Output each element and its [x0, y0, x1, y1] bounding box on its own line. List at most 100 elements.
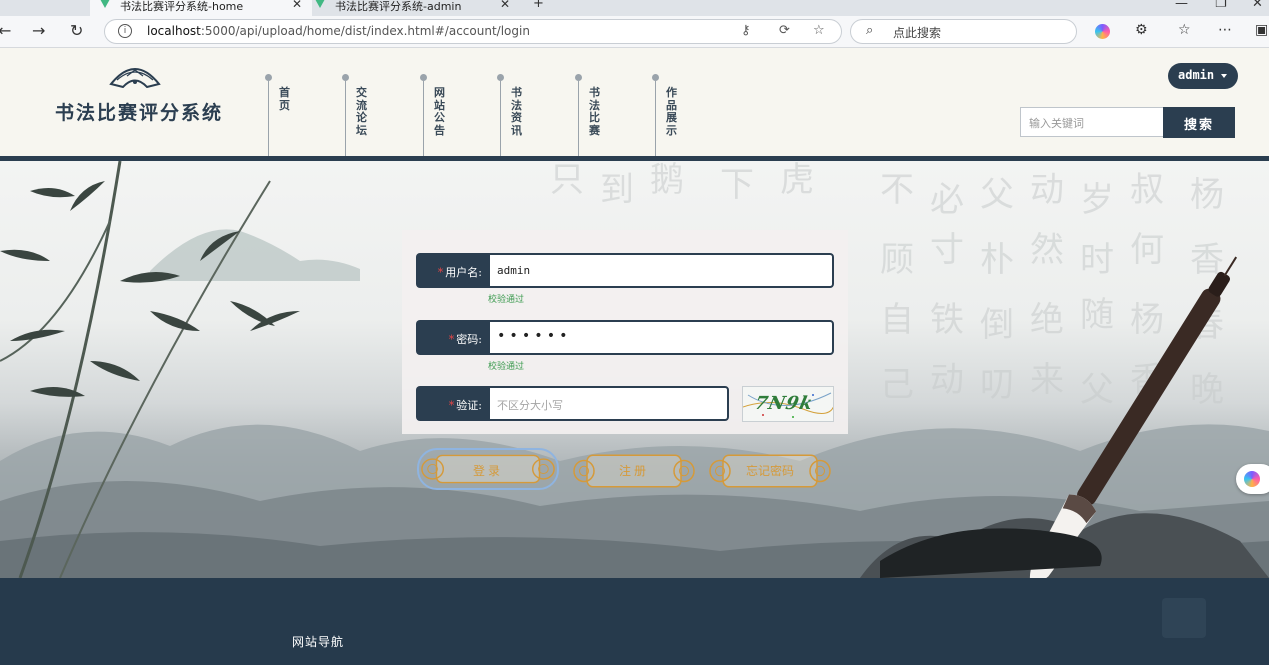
nav-label: 作品展示	[666, 86, 677, 137]
search-icon: ⌕	[866, 23, 874, 38]
site-title: 书法比赛评分系统	[55, 102, 224, 124]
svg-text:来: 来	[1030, 360, 1064, 400]
nav-competition[interactable]: 书法比赛	[575, 74, 605, 158]
svg-text:绝: 绝	[1030, 300, 1064, 340]
browser-tab-admin[interactable]: 书法比赛评分系统-admin ✕	[305, 0, 520, 16]
captcha-code: 7N9k	[752, 393, 816, 414]
copilot-icon	[1244, 471, 1260, 487]
svg-text:倒: 倒	[980, 305, 1014, 345]
footer-emblem-icon	[1162, 598, 1206, 638]
browser-tab-home[interactable]: 书法比赛评分系统-home ✕	[90, 0, 312, 16]
vue-favicon-icon	[100, 0, 110, 8]
forward-arrow-icon[interactable]: →	[32, 21, 45, 40]
register-button[interactable]: 注册	[571, 450, 697, 492]
svg-text:顾: 顾	[880, 240, 914, 280]
nav-pin	[497, 74, 504, 81]
nav-notice[interactable]: 网站公告	[420, 74, 450, 158]
app-available-icon[interactable]: ⟳	[779, 23, 790, 38]
extensions-icon[interactable]: ⚙	[1135, 22, 1148, 38]
nav-stem	[268, 81, 269, 158]
copilot-icon[interactable]	[1095, 24, 1110, 39]
svg-text:虎: 虎	[780, 161, 814, 200]
forgot-password-button[interactable]: 忘记密码	[707, 450, 833, 492]
svg-text:铁: 铁	[930, 300, 964, 340]
favorite-star-icon[interactable]: ☆	[813, 23, 825, 38]
new-tab-button[interactable]: +	[533, 0, 544, 11]
nav-label: 交流论坛	[356, 86, 367, 137]
required-mark: *	[437, 266, 444, 279]
svg-text:不: 不	[880, 170, 914, 210]
svg-text:父: 父	[980, 175, 1014, 215]
login-label: 登录	[472, 464, 503, 478]
svg-text:晚: 晚	[1190, 370, 1224, 410]
floating-copilot-button[interactable]	[1236, 464, 1269, 494]
nav-news[interactable]: 书法资讯	[497, 74, 527, 158]
captcha-input[interactable]: 不区分大小写	[488, 386, 729, 421]
svg-text:寸: 寸	[930, 230, 964, 270]
nav-stem	[423, 81, 424, 158]
minimize-button[interactable]: —	[1175, 0, 1188, 11]
url-path: :5000/api/upload/home/dist/index.html#/a…	[200, 24, 530, 38]
nav-stem	[345, 81, 346, 158]
username-hint: 校验通过	[488, 295, 525, 305]
username-label: * 用户名:	[416, 253, 488, 288]
svg-text:只: 只	[550, 161, 584, 200]
fan-logo-icon	[109, 68, 161, 88]
address-bar[interactable]: i localhost:5000/api/upload/home/dist/in…	[104, 19, 842, 44]
site-header: 书法比赛评分系统 首页 交流论坛 网站公告 书法资讯 书法比赛 作品展示 adm…	[0, 48, 1269, 158]
svg-text:时: 时	[1080, 240, 1114, 280]
site-info-icon[interactable]: i	[118, 24, 132, 38]
svg-text:叔: 叔	[1130, 170, 1164, 210]
login-form: * 用户名: admin 校验通过 * 密码: •••••• 校验通过 * 验证: 不…	[402, 230, 848, 434]
nav-forum[interactable]: 交流论坛	[342, 74, 372, 158]
password-label: * 密码:	[416, 320, 488, 355]
login-button[interactable]: 登录	[417, 448, 559, 490]
reload-icon[interactable]: ↻	[70, 21, 83, 40]
favorites-icon[interactable]: ☆	[1178, 22, 1191, 38]
svg-text:杨: 杨	[1190, 175, 1224, 215]
browser-toolbar: ← → ↻ i localhost:5000/api/upload/home/d…	[0, 16, 1269, 48]
close-window-button[interactable]: ✕	[1252, 0, 1263, 11]
sidebar-icon[interactable]: ▣	[1255, 22, 1268, 38]
back-arrow-icon[interactable]: ←	[0, 21, 11, 40]
tab-title: 书法比赛评分系统-home	[120, 0, 244, 13]
register-label: 注册	[618, 464, 649, 478]
svg-text:鹅: 鹅	[650, 161, 684, 200]
restore-button[interactable]: ❐	[1215, 0, 1227, 11]
svg-text:己: 己	[880, 365, 914, 405]
nav-pin	[652, 74, 659, 81]
browser-search-box[interactable]: ⌕ 点此搜索	[850, 19, 1077, 44]
svg-text:随: 随	[1080, 295, 1114, 335]
login-hero: 不必父 动岁叔杨 顾寸朴 然时何香 自铁倒 绝随杨春 己动叨 来父香晚 只到鹅下…	[0, 161, 1269, 578]
captcha-label: * 验证:	[416, 386, 488, 421]
svg-text:父: 父	[1080, 370, 1114, 410]
search-placeholder: 点此搜索	[893, 26, 942, 40]
nav-label: 首页	[279, 86, 290, 112]
keyword-search-input[interactable]: 输入关键词	[1020, 107, 1164, 137]
nav-stem	[500, 81, 501, 158]
nav-works[interactable]: 作品展示	[652, 74, 682, 158]
svg-text:杨: 杨	[1130, 300, 1164, 340]
key-icon[interactable]: ⚷	[741, 23, 751, 38]
svg-text:到: 到	[600, 170, 634, 210]
nav-home[interactable]: 首页	[265, 74, 295, 158]
tab-title: 书法比赛评分系统-admin	[335, 0, 462, 13]
user-menu-button[interactable]: admin	[1168, 63, 1238, 89]
close-tab-icon[interactable]: ✕	[500, 0, 510, 11]
nav-stem	[578, 81, 579, 158]
svg-text:岁: 岁	[1080, 180, 1114, 220]
svg-text:自: 自	[880, 300, 914, 340]
more-menu-icon[interactable]: ⋯	[1218, 22, 1232, 38]
keyword-search-button[interactable]: 搜索	[1163, 107, 1235, 138]
required-mark: *	[448, 333, 455, 346]
captcha-image[interactable]: 7N9k	[742, 386, 834, 422]
svg-text:叨: 叨	[980, 365, 1014, 405]
caret-down-icon	[1221, 74, 1227, 78]
site-footer: 网站导航	[0, 578, 1269, 665]
svg-text:动: 动	[1030, 170, 1064, 210]
svg-text:何: 何	[1130, 230, 1164, 270]
nav-label: 书法比赛	[589, 86, 600, 137]
username-input[interactable]: admin	[488, 253, 834, 288]
password-input[interactable]: ••••••	[488, 320, 834, 355]
close-tab-icon[interactable]: ✕	[292, 0, 302, 11]
